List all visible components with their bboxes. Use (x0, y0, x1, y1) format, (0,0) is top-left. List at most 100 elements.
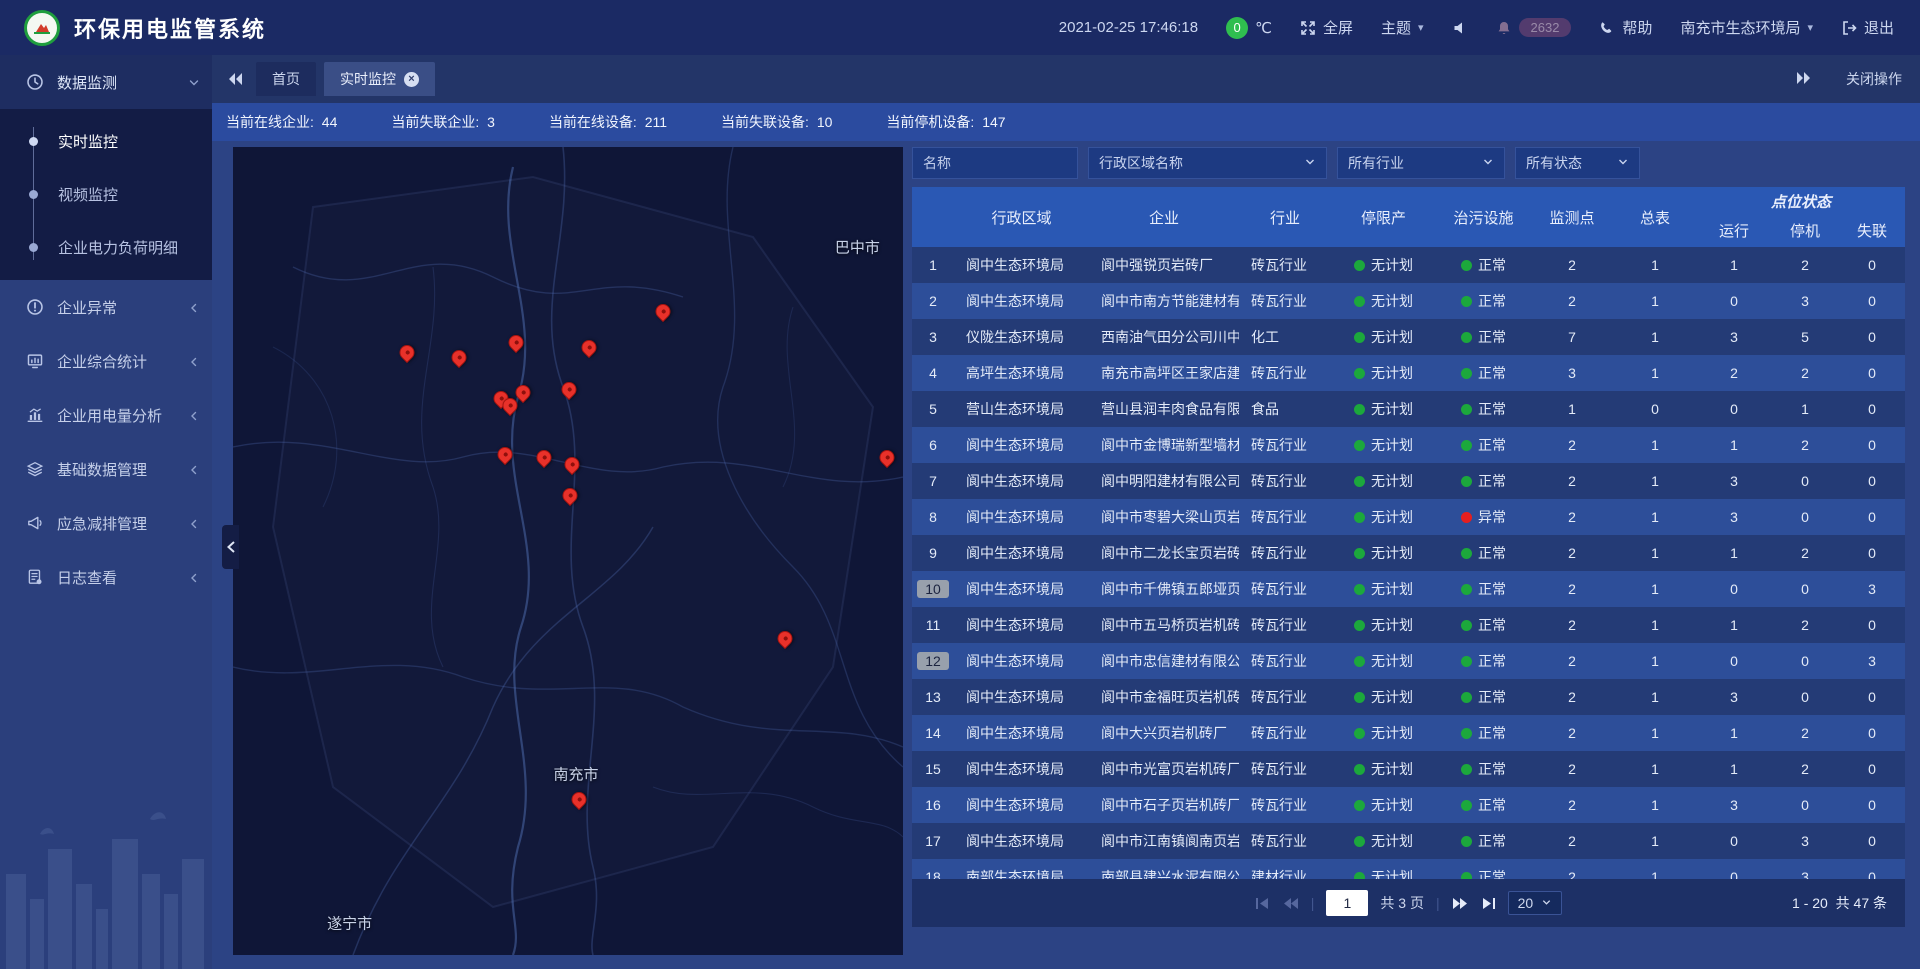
prev-page-button[interactable] (1283, 897, 1299, 910)
cell-stopped: 2 (1771, 761, 1839, 777)
stat-label: 当前失联企业: (391, 114, 483, 130)
table-row[interactable]: 11阆中生态环境局阆中市五马桥页岩机砖砖瓦行业无计划正常21120 (912, 607, 1905, 643)
cell-production-limit: 无计划 (1331, 867, 1436, 879)
sidebar-subitem-实时监控[interactable]: 实时监控 (0, 115, 212, 168)
cell-monitoring-points: 2 (1531, 833, 1613, 849)
cell-company: 阆中强锐页岩砖厂 (1089, 255, 1239, 275)
table-row[interactable]: 10阆中生态环境局阆中市千佛镇五郎垭页砖瓦行业无计划正常21003 (912, 571, 1905, 607)
first-page-button[interactable] (1255, 897, 1271, 910)
next-page-button[interactable] (1452, 897, 1468, 910)
cell-running: 3 (1697, 329, 1771, 345)
cell-region: 阆中生态环境局 (954, 759, 1089, 779)
cell-industry: 砖瓦行业 (1239, 363, 1331, 383)
row-index: 7 (912, 473, 954, 489)
page-range-label: 1 - 20 (1792, 895, 1828, 911)
cell-monitoring-points: 2 (1531, 761, 1613, 777)
name-filter-field[interactable] (912, 147, 1078, 179)
status-dot-green (1354, 404, 1365, 415)
tab-close-icon[interactable]: × (404, 72, 419, 87)
sidebar-collapse-handle[interactable] (222, 525, 239, 569)
tab-realtime-monitoring[interactable]: 实时监控 × (324, 62, 435, 96)
table-row[interactable]: 13阆中生态环境局阆中市金福旺页岩机砖砖瓦行业无计划正常21300 (912, 679, 1905, 715)
table-row[interactable]: 7阆中生态环境局阆中明阳建材有限公司砖瓦行业无计划正常21300 (912, 463, 1905, 499)
sidebar-item-日志查看[interactable]: 日志查看 (0, 550, 212, 604)
last-page-button[interactable] (1480, 897, 1496, 910)
cell-stopped: 2 (1771, 545, 1839, 561)
cell-pollution-facility: 异常 (1436, 507, 1531, 527)
cell-total-meters: 1 (1613, 365, 1697, 381)
table-row[interactable]: 5营山生态环境局营山县润丰肉食品有限食品无计划正常10010 (912, 391, 1905, 427)
cell-total-meters: 1 (1613, 257, 1697, 273)
help-button[interactable]: 帮助 (1599, 17, 1652, 38)
page-number-input[interactable] (1326, 890, 1368, 916)
table-row[interactable]: 16阆中生态环境局阆中市石子页岩机砖厂砖瓦行业无计划正常21300 (912, 787, 1905, 823)
sidebar-item-企业用电量分析[interactable]: 企业用电量分析 (0, 388, 212, 442)
col-production-limit: 停限产 (1331, 187, 1436, 247)
table-row[interactable]: 6阆中生态环境局阆中市金博瑞新型墙材砖瓦行业无计划正常21120 (912, 427, 1905, 463)
cell-monitoring-points: 2 (1531, 725, 1613, 741)
facility-status-label: 正常 (1478, 255, 1506, 275)
stat-value: 147 (982, 114, 1005, 130)
table-row[interactable]: 9阆中生态环境局阆中市二龙长宝页岩砖砖瓦行业无计划正常21120 (912, 535, 1905, 571)
cell-production-limit: 无计划 (1331, 507, 1436, 527)
cell-industry: 砖瓦行业 (1239, 543, 1331, 563)
cell-offline: 0 (1839, 869, 1905, 879)
table-row[interactable]: 8阆中生态环境局阆中市枣碧大梁山页岩砖瓦行业无计划异常21300 (912, 499, 1905, 535)
sidebar-item-企业异常[interactable]: 企业异常 (0, 280, 212, 334)
cell-offline: 0 (1839, 509, 1905, 525)
sidebar-subitem-视频监控[interactable]: 视频监控 (0, 168, 212, 221)
sidebar-item-企业综合统计[interactable]: 企业综合统计 (0, 334, 212, 388)
mute-button[interactable] (1452, 20, 1468, 36)
tabs-scroll-left-button[interactable] (222, 72, 248, 86)
main-area: 首页 实时监控 × 关闭操作 当前在线企业: 44当前失联企业: 3当前在线设备… (212, 55, 1920, 969)
cell-industry: 砖瓦行业 (1239, 255, 1331, 275)
cell-running: 2 (1697, 365, 1771, 381)
table-row[interactable]: 18南部生态环境局南部县建兴水泥有限公建材行业无计划正常21030 (912, 859, 1905, 879)
cell-total-meters: 0 (1613, 401, 1697, 417)
sidebar-item-应急减排管理[interactable]: 应急减排管理 (0, 496, 212, 550)
sidebar-item-基础数据管理[interactable]: 基础数据管理 (0, 442, 212, 496)
cell-pollution-facility: 正常 (1436, 327, 1531, 347)
tab-bar: 首页 实时监控 × 关闭操作 (212, 55, 1920, 103)
tab-home[interactable]: 首页 (256, 62, 316, 96)
industry-filter-select[interactable]: 所有行业 (1337, 147, 1505, 179)
skyline-watermark (0, 779, 212, 969)
table-row[interactable]: 12阆中生态环境局阆中市忠信建材有限公砖瓦行业无计划正常21003 (912, 643, 1905, 679)
tabs-scroll-right-button[interactable] (1796, 71, 1812, 88)
cell-monitoring-points: 2 (1531, 689, 1613, 705)
table-row[interactable]: 14阆中生态环境局阆中大兴页岩机砖厂砖瓦行业无计划正常21120 (912, 715, 1905, 751)
sidebar-item-label: 基础数据管理 (57, 459, 188, 480)
table-row[interactable]: 15阆中生态环境局阆中市光富页岩机砖厂砖瓦行业无计划正常21120 (912, 751, 1905, 787)
cell-company: 阆中市金福旺页岩机砖 (1089, 687, 1239, 707)
total-count-label: 共 47 条 (1836, 895, 1887, 911)
map-panel[interactable]: 巴中市南充市遂宁市 (233, 147, 903, 955)
page-size-select[interactable]: 20 (1508, 891, 1563, 915)
region-filter-select[interactable]: 行政区域名称 (1088, 147, 1327, 179)
theme-menu-button[interactable]: 主题▾ (1381, 17, 1424, 38)
notifications-button[interactable]: 2632 (1496, 18, 1572, 37)
name-filter-input[interactable] (923, 155, 1067, 171)
cell-industry: 建材行业 (1239, 867, 1331, 879)
table-row[interactable]: 3仪陇生态环境局西南油气田分公司川中化工无计划正常71350 (912, 319, 1905, 355)
sidebar-item-数据监测[interactable]: 数据监测 (0, 55, 212, 109)
close-operations-button[interactable]: 关闭操作 (1846, 69, 1902, 89)
row-index: 11 (912, 617, 954, 633)
cell-total-meters: 1 (1613, 689, 1697, 705)
sidebar-subitem-企业电力负荷明细[interactable]: 企业电力负荷明细 (0, 221, 212, 274)
table-row[interactable]: 17阆中生态环境局阆中市江南镇阆南页岩砖瓦行业无计划正常21030 (912, 823, 1905, 859)
status-dot-green (1461, 476, 1472, 487)
cell-company: 阆中大兴页岩机砖厂 (1089, 723, 1239, 743)
logout-button[interactable]: 退出 (1841, 17, 1894, 38)
col-offline: 失联 (1839, 213, 1905, 247)
table-row[interactable]: 2阆中生态环境局阆中市南方节能建材有砖瓦行业无计划正常21030 (912, 283, 1905, 319)
status-dot-green (1461, 440, 1472, 451)
cell-pollution-facility: 正常 (1436, 255, 1531, 275)
fullscreen-button[interactable]: 全屏 (1300, 17, 1353, 38)
sidebar-item-label: 企业异常 (57, 297, 188, 318)
pagination-summary: 1 - 20 共 47 条 (1792, 893, 1887, 913)
status-filter-select[interactable]: 所有状态 (1515, 147, 1640, 179)
cell-running: 1 (1697, 725, 1771, 741)
org-menu-button[interactable]: 南充市生态环境局▾ (1680, 17, 1813, 38)
table-row[interactable]: 1阆中生态环境局阆中强锐页岩砖厂砖瓦行业无计划正常21120 (912, 247, 1905, 283)
table-row[interactable]: 4高坪生态环境局南充市高坪区王家店建砖瓦行业无计划正常31220 (912, 355, 1905, 391)
